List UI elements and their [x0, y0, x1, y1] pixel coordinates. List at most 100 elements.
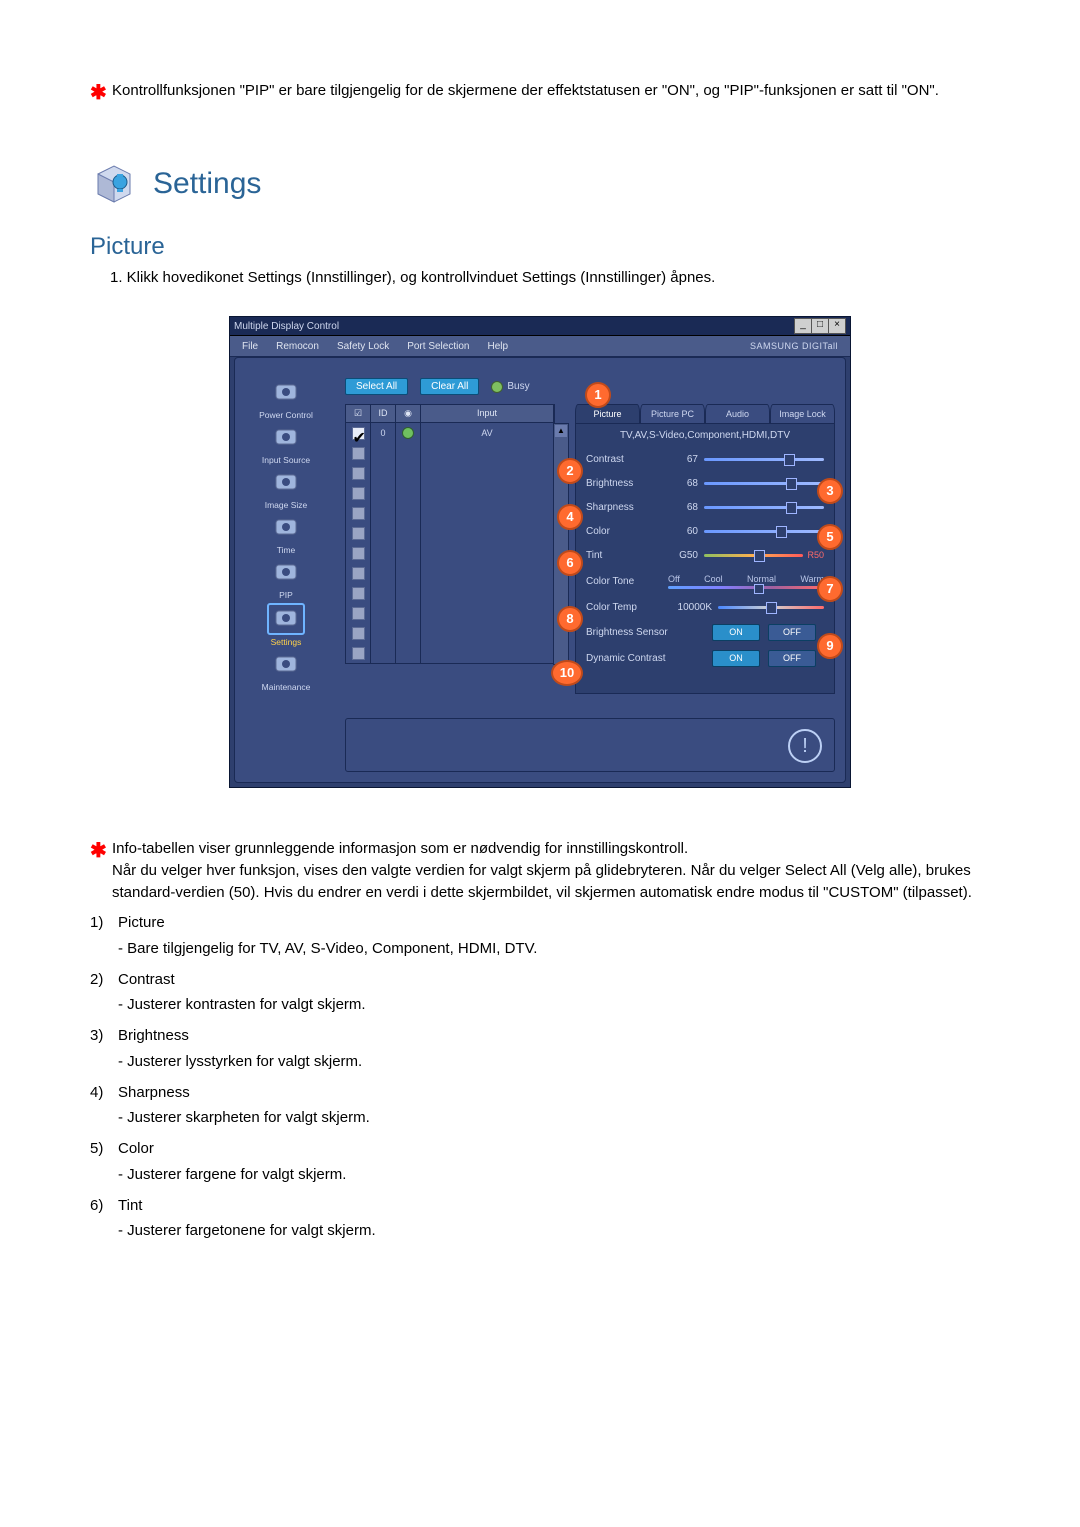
tab-audio[interactable]: Audio [705, 404, 770, 424]
close-icon[interactable]: × [828, 318, 846, 334]
section-header: Settings [90, 160, 990, 208]
callout-7: 7 [817, 576, 843, 602]
scroll-up-icon[interactable]: ▲ [555, 425, 567, 437]
list-title: Color [118, 1137, 990, 1160]
tab-picture[interactable]: Picture [575, 404, 640, 424]
brand-label: SAMSUNG DIGITall [750, 341, 838, 351]
dynamic-contrast-off-button[interactable]: OFF [768, 650, 816, 667]
row-input [421, 543, 554, 563]
menu-file[interactable]: File [242, 341, 258, 352]
table-row[interactable] [346, 443, 554, 463]
select-all-button[interactable]: Select All [345, 378, 408, 395]
sidebar-item-input-source[interactable]: Input Source [246, 423, 326, 465]
row-checkbox[interactable] [352, 527, 365, 540]
color-tone-slider[interactable] [668, 586, 824, 589]
brightness-slider[interactable] [704, 478, 824, 488]
step-text: 1. Klikk hovedikonet Settings (Innstilli… [110, 269, 990, 286]
sidebar-item-settings[interactable]: Settings [246, 603, 326, 647]
sidebar-item-label: Time [246, 545, 326, 555]
table-row[interactable] [346, 463, 554, 483]
tint-slider[interactable] [704, 550, 803, 560]
color-temp-label: Color Temp [586, 602, 668, 613]
table-row[interactable] [346, 543, 554, 563]
row-checkbox[interactable] [352, 607, 365, 620]
toolbar: Select All Clear All Busy [345, 378, 530, 395]
table-row[interactable] [346, 483, 554, 503]
row-checkbox[interactable] [352, 487, 365, 500]
tab-image-lock[interactable]: Image Lock [770, 404, 835, 424]
row-checkbox[interactable] [352, 507, 365, 520]
dynamic-contrast-on-button[interactable]: ON [712, 650, 760, 667]
color-temp-value: 10000K [668, 602, 718, 613]
maximize-icon[interactable]: □ [811, 318, 829, 334]
row-checkbox[interactable] [352, 567, 365, 580]
sidebar-icon [268, 468, 304, 498]
description-list: 1)Picture- Bare tilgjengelig for TV, AV,… [90, 911, 990, 1242]
sidebar-item-pip[interactable]: PIP [246, 558, 326, 600]
list-number: 6) [90, 1194, 118, 1243]
row-status-icon [402, 427, 414, 439]
sidebar-icon [268, 513, 304, 543]
color-temp-slider[interactable] [718, 602, 824, 612]
row-checkbox[interactable] [352, 627, 365, 640]
row-checkbox[interactable] [352, 547, 365, 560]
list-item: 3)Brightness- Justerer lysstyrken for va… [90, 1024, 990, 1073]
row-input [421, 563, 554, 583]
row-checkbox[interactable] [352, 587, 365, 600]
table-row[interactable] [346, 523, 554, 543]
brightness-label: Brightness [586, 478, 668, 489]
info-icon: ! [788, 729, 822, 763]
clear-all-button[interactable]: Clear All [420, 378, 479, 395]
sidebar-item-maintenance[interactable]: Maintenance [246, 650, 326, 692]
tone-opt-cool[interactable]: Cool [704, 574, 723, 584]
list-desc: - Bare tilgjengelig for TV, AV, S-Video,… [118, 937, 990, 960]
display-table: ☑ ID ◉ Input ▲ ✔0AV [345, 404, 555, 662]
contrast-row: Contrast67 [586, 447, 824, 471]
row-checkbox[interactable] [352, 647, 365, 660]
table-row[interactable] [346, 623, 554, 643]
sidebar-icon [268, 558, 304, 588]
sidebar-item-image-size[interactable]: Image Size [246, 468, 326, 510]
menu-port-selection[interactable]: Port Selection [407, 341, 469, 352]
table-row[interactable] [346, 603, 554, 623]
row-checkbox[interactable] [352, 447, 365, 460]
menu-safety-lock[interactable]: Safety Lock [337, 341, 389, 352]
list-title: Brightness [118, 1024, 990, 1047]
row-id [371, 463, 396, 483]
color-slider[interactable] [704, 526, 824, 536]
menu-help[interactable]: Help [487, 341, 508, 352]
minimize-icon[interactable]: _ [794, 318, 812, 334]
row-id [371, 543, 396, 563]
sidebar-icon [268, 423, 304, 453]
section-title: Settings [153, 167, 261, 201]
color-tone-label: Color Tone [586, 576, 668, 587]
row-checkbox[interactable]: ✔ [352, 427, 365, 440]
dynamic-contrast-label: Dynamic Contrast [586, 653, 696, 664]
sidebar-item-time[interactable]: Time [246, 513, 326, 555]
sidebar-item-label: Image Size [246, 500, 326, 510]
tab-picture-pc[interactable]: Picture PC [640, 404, 705, 424]
callout-9: 9 [817, 633, 843, 659]
list-desc: - Justerer fargene for valgt skjerm. [118, 1163, 990, 1186]
sharpness-row: Sharpness68 [586, 495, 824, 519]
table-row[interactable] [346, 643, 554, 663]
bottom-note-text: Info-tabellen viser grunnleggende inform… [112, 838, 990, 903]
row-id [371, 583, 396, 603]
menu-remocon[interactable]: Remocon [276, 341, 319, 352]
table-row[interactable] [346, 583, 554, 603]
color-tone-row: Color Tone Off Cool Normal Warm [586, 567, 824, 595]
tone-opt-off[interactable]: Off [668, 574, 680, 584]
brightness-sensor-on-button[interactable]: ON [712, 624, 760, 641]
table-row[interactable] [346, 503, 554, 523]
sharpness-slider[interactable] [704, 502, 824, 512]
list-number: 4) [90, 1081, 118, 1130]
row-checkbox[interactable] [352, 467, 365, 480]
table-row[interactable] [346, 563, 554, 583]
tint-r-value: R50 [807, 550, 824, 560]
tone-opt-normal[interactable]: Normal [747, 574, 776, 584]
contrast-slider[interactable] [704, 454, 824, 464]
sidebar-item-label: Power Control [246, 410, 326, 420]
sidebar-item-power-control[interactable]: Power Control [246, 378, 326, 420]
table-row[interactable]: ✔0AV [346, 423, 554, 443]
brightness-sensor-off-button[interactable]: OFF [768, 624, 816, 641]
